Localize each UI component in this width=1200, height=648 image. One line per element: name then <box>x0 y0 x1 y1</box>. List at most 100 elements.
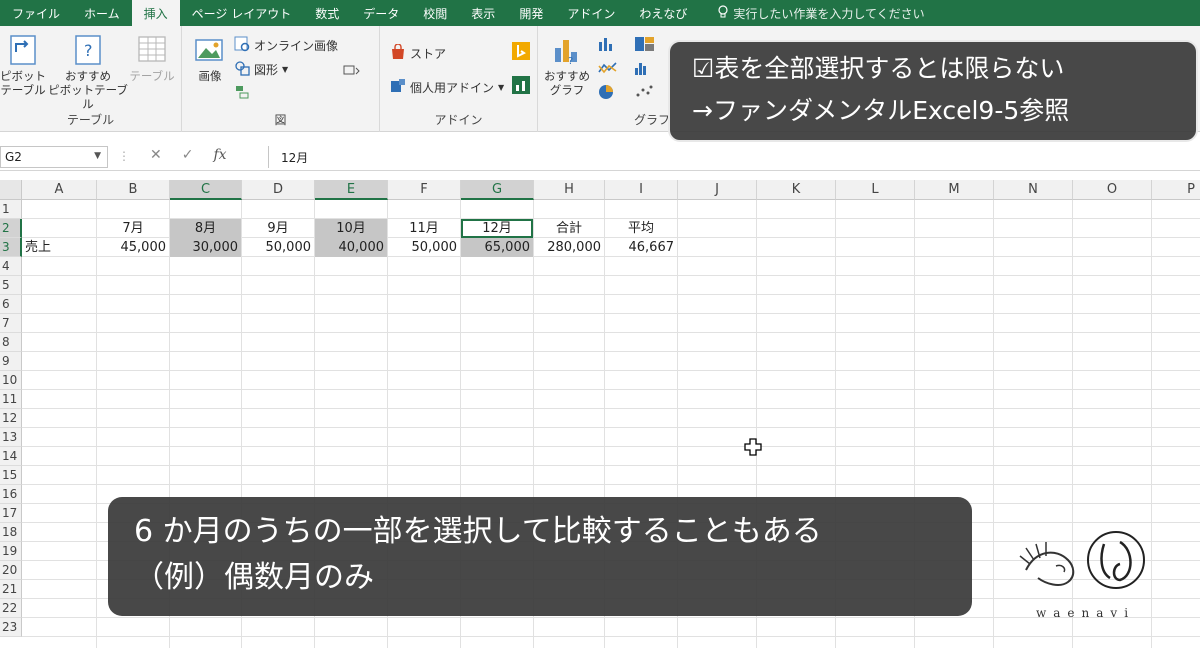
tab-formulas[interactable]: 数式 <box>303 0 351 26</box>
cell-e2[interactable]: 10月 <box>315 219 387 238</box>
row-header-8[interactable]: 8 <box>0 333 22 352</box>
pie-chart-icon <box>598 84 620 103</box>
chevron-down-icon: ▼ <box>282 65 289 74</box>
select-all-corner[interactable] <box>0 180 22 200</box>
row-header-18[interactable]: 18 <box>0 523 22 542</box>
tab-addins[interactable]: アドイン <box>555 0 627 26</box>
screenshot-button[interactable] <box>342 62 362 79</box>
enter-icon[interactable]: ✓ <box>182 147 194 163</box>
column-header-p[interactable]: P <box>1152 180 1200 200</box>
shapes-button[interactable]: 図形 ▼ <box>234 60 288 79</box>
cell-d2[interactable]: 9月 <box>242 219 314 238</box>
insert-function-icon[interactable]: fx <box>213 147 226 163</box>
row-header-3[interactable]: 3 <box>0 238 22 257</box>
grid-row-line <box>22 636 1200 637</box>
smartart-button[interactable] <box>234 84 250 103</box>
table-button[interactable]: テーブル <box>128 34 176 83</box>
tab-waenavi[interactable]: わえなび <box>627 0 699 26</box>
row-header-17[interactable]: 17 <box>0 504 22 523</box>
pivot-table-button[interactable]: ピボット テーブル <box>0 34 46 97</box>
cell-i2[interactable]: 平均 <box>605 219 677 238</box>
hierarchy-chart-button[interactable] <box>634 36 656 55</box>
row-header-4[interactable]: 4 <box>0 257 22 276</box>
tab-insert[interactable]: 挿入 <box>131 0 180 26</box>
tab-file[interactable]: ファイル <box>0 0 72 26</box>
ribbon-tab-bar: ファイル ホーム 挿入 ページ レイアウト 数式 データ 校閲 表示 開発 アド… <box>0 0 1200 26</box>
formula-input[interactable]: 12月 <box>268 146 1200 168</box>
cell-d3[interactable]: 50,000 <box>242 238 314 257</box>
column-header-a[interactable]: A <box>22 180 97 200</box>
cell-e3[interactable]: 40,000 <box>315 238 387 257</box>
pie-chart-button[interactable] <box>598 84 620 103</box>
cell-f3[interactable]: 50,000 <box>388 238 460 257</box>
tell-me-box[interactable]: 実行したい作業を入力してください <box>699 0 925 26</box>
cancel-icon[interactable]: ✕ <box>150 147 162 163</box>
column-header-g[interactable]: G <box>461 180 534 200</box>
column-header-j[interactable]: J <box>678 180 757 200</box>
column-header-e[interactable]: E <box>315 180 388 200</box>
caption-top-line-1: ☑表を全部選択するとは限らない <box>692 54 1065 83</box>
store-button[interactable]: ストア <box>390 43 446 63</box>
row-header-15[interactable]: 15 <box>0 466 22 485</box>
row-header-22[interactable]: 22 <box>0 599 22 618</box>
column-header-k[interactable]: K <box>757 180 836 200</box>
column-header-n[interactable]: N <box>994 180 1073 200</box>
row-header-19[interactable]: 19 <box>0 542 22 561</box>
row-header-7[interactable]: 7 <box>0 314 22 333</box>
row-header-5[interactable]: 5 <box>0 276 22 295</box>
cell-b2[interactable]: 7月 <box>97 219 169 238</box>
cell-g3[interactable]: 65,000 <box>461 238 533 257</box>
online-image-button[interactable]: オンライン画像 <box>234 36 338 55</box>
cell-f2[interactable]: 11月 <box>388 219 460 238</box>
row-header-21[interactable]: 21 <box>0 580 22 599</box>
column-header-l[interactable]: L <box>836 180 915 200</box>
column-header-m[interactable]: M <box>915 180 994 200</box>
cell-g2[interactable]: 12月 <box>461 219 533 238</box>
tab-data[interactable]: データ <box>351 0 411 26</box>
cell-b3[interactable]: 45,000 <box>97 238 169 257</box>
column-header-b[interactable]: B <box>97 180 170 200</box>
cell-c3[interactable]: 30,000 <box>170 238 241 257</box>
cell-h2[interactable]: 合計 <box>534 219 604 238</box>
formula-bar-splitter[interactable]: ⋮ <box>118 149 130 163</box>
stat-chart-button[interactable] <box>634 60 656 79</box>
column-header-i[interactable]: I <box>605 180 678 200</box>
row-header-12[interactable]: 12 <box>0 409 22 428</box>
recommended-pivot-button[interactable]: ? おすすめ ピボットテーブル <box>46 34 130 111</box>
row-header-10[interactable]: 10 <box>0 371 22 390</box>
column-chart-button[interactable] <box>598 36 620 55</box>
tab-developer[interactable]: 開発 <box>507 0 555 26</box>
column-header-c[interactable]: C <box>170 180 242 200</box>
name-box[interactable]: G2 ▼ <box>0 146 108 168</box>
tab-page-layout[interactable]: ページ レイアウト <box>180 0 304 26</box>
tab-home[interactable]: ホーム <box>72 0 132 26</box>
row-header-13[interactable]: 13 <box>0 428 22 447</box>
column-header-h[interactable]: H <box>534 180 605 200</box>
tab-review[interactable]: 校閲 <box>411 0 459 26</box>
row-header-20[interactable]: 20 <box>0 561 22 580</box>
cell-h3[interactable]: 280,000 <box>534 238 604 257</box>
row-header-9[interactable]: 9 <box>0 352 22 371</box>
tab-view[interactable]: 表示 <box>459 0 507 26</box>
line-chart-button[interactable] <box>598 60 620 79</box>
row-header-16[interactable]: 16 <box>0 485 22 504</box>
row-header-6[interactable]: 6 <box>0 295 22 314</box>
row-header-11[interactable]: 11 <box>0 390 22 409</box>
image-button[interactable]: 画像 <box>190 34 230 83</box>
column-header-f[interactable]: F <box>388 180 461 200</box>
scatter-chart-button[interactable] <box>634 84 656 103</box>
chevron-down-icon[interactable]: ▼ <box>94 151 101 161</box>
row-header-14[interactable]: 14 <box>0 447 22 466</box>
column-header-o[interactable]: O <box>1073 180 1152 200</box>
recommended-chart-button[interactable]: ? おすすめ グラフ <box>542 34 592 97</box>
people-graph-button[interactable] <box>512 76 530 97</box>
cell-i3[interactable]: 46,667 <box>605 238 677 257</box>
cell-c2[interactable]: 8月 <box>170 219 241 238</box>
personal-addin-button[interactable]: 個人用アドイン ▼ <box>390 78 504 97</box>
column-header-d[interactable]: D <box>242 180 315 200</box>
row-header-2[interactable]: 2 <box>0 219 22 238</box>
row-header-1[interactable]: 1 <box>0 200 22 219</box>
bing-maps-button[interactable] <box>512 42 530 63</box>
row-header-23[interactable]: 23 <box>0 618 22 637</box>
cell-a3[interactable]: 売上 <box>22 238 96 257</box>
